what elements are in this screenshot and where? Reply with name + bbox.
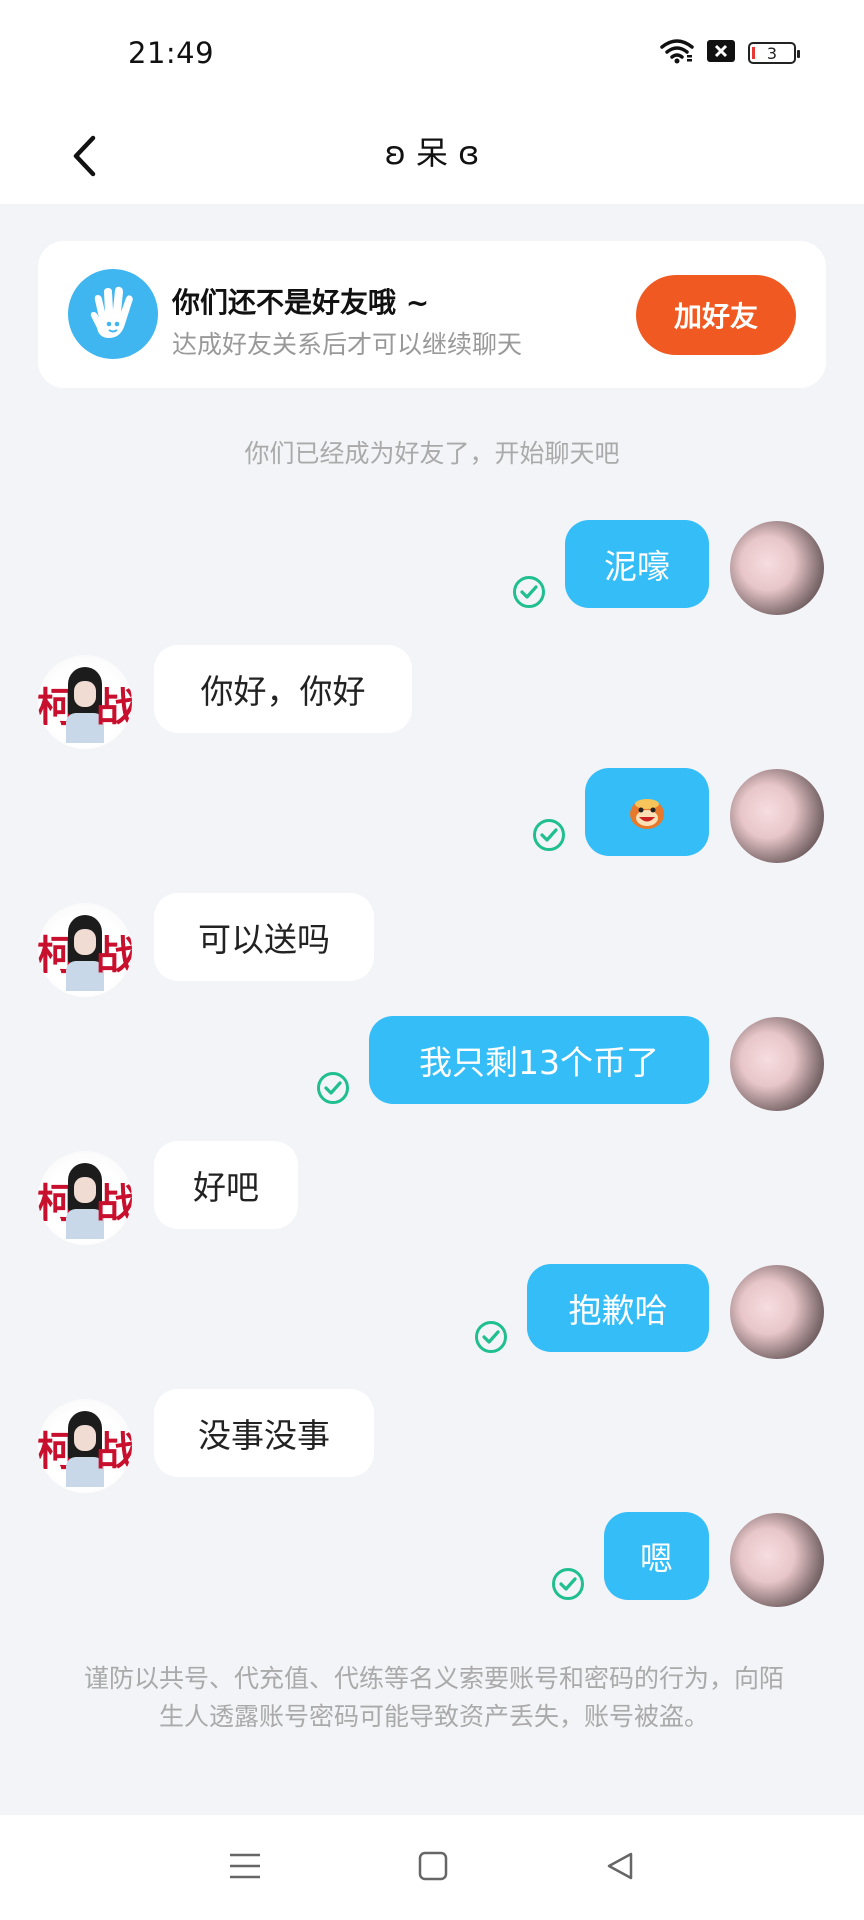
sent-check-icon (552, 1568, 584, 1600)
my-avatar[interactable] (730, 769, 824, 863)
message-bubble[interactable]: 抱歉哈 (527, 1264, 709, 1352)
nav-bar: ʚ 呆 ɞ (0, 110, 864, 204)
sent-check-icon (317, 1072, 349, 1104)
battery-icon: 3 (748, 42, 800, 64)
message-bubble[interactable]: 嗯 (604, 1512, 709, 1600)
system-note: 你们已经成为好友了，开始聊天吧 (244, 439, 620, 468)
message-bubble[interactable]: 可以送吗 (154, 893, 374, 981)
battery-level: 3 (766, 43, 778, 63)
sent-check-icon (533, 819, 565, 851)
avatar-glyph-right: 战 (96, 684, 132, 731)
my-avatar[interactable] (730, 1513, 824, 1607)
wifi-icon (660, 38, 694, 68)
sent-check-icon (513, 576, 545, 608)
page-title: ʚ 呆 ɞ (384, 134, 480, 172)
security-warning: 谨防以共号、代充值、代练等名义索要账号和密码的行为，向陌生人透露账号密码可能导致… (84, 1664, 785, 1731)
my-avatar[interactable] (730, 1265, 824, 1359)
my-avatar[interactable] (730, 521, 824, 615)
battery-low-fill (752, 47, 755, 59)
back-triangle-icon[interactable] (604, 1850, 636, 1886)
avatar-face (74, 681, 96, 707)
contact-avatar[interactable]: 柯 战 (38, 903, 132, 997)
avatar-face (74, 1177, 96, 1203)
contact-avatar[interactable]: 柯 战 (38, 1399, 132, 1493)
status-time: 21:49 (128, 36, 215, 70)
avatar-face (74, 1425, 96, 1451)
card-subtitle: 达成好友关系后才可以继续聊天 (172, 330, 523, 359)
message-bubble[interactable]: 好吧 (154, 1141, 298, 1229)
sent-check-icon (475, 1321, 507, 1353)
avatar-face (74, 929, 96, 955)
message-bubble[interactable]: 泥嚎 (565, 520, 709, 608)
menu-icon[interactable] (228, 1851, 262, 1885)
status-bar: 21:49 3 (0, 0, 864, 110)
friend-request-card: 你们还不是好友哦 ~ 达成好友关系后才可以继续聊天 加好友 (38, 241, 826, 388)
message-bubble[interactable] (585, 768, 709, 856)
my-avatar[interactable] (730, 1017, 824, 1111)
avatar-glyph-right: 战 (96, 1428, 132, 1475)
contact-avatar[interactable]: 柯 战 (38, 655, 132, 749)
message-bubble[interactable]: 你好，你好 (154, 645, 412, 733)
status-icons: 3 (660, 38, 800, 68)
avatar-glyph-right: 战 (96, 932, 132, 979)
card-title: 你们还不是好友哦 ~ (172, 286, 430, 319)
home-square-icon[interactable] (417, 1850, 449, 1886)
system-nav-bar (0, 1815, 864, 1920)
message-bubble[interactable]: 我只剩13个币了 (369, 1016, 709, 1104)
hand-wave-icon (68, 269, 158, 359)
message-bubble[interactable]: 没事没事 (154, 1389, 374, 1477)
avatar-glyph-right: 战 (96, 1180, 132, 1227)
contact-avatar[interactable]: 柯 战 (38, 1151, 132, 1245)
add-friend-button[interactable]: 加好友 (636, 275, 796, 355)
sim-blocked-icon (706, 39, 736, 67)
monkey-emoji-icon (630, 799, 664, 829)
